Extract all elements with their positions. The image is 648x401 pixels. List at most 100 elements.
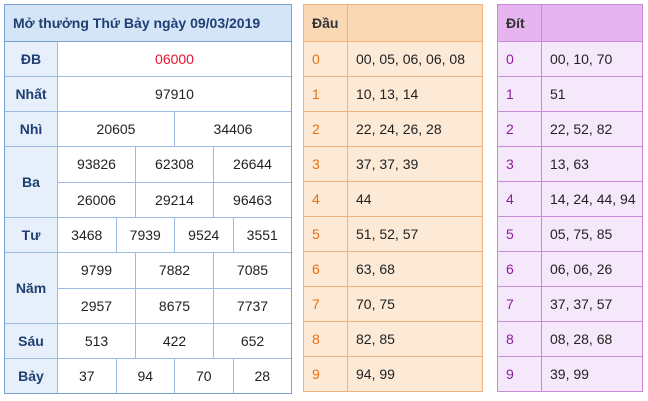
dit-rows: 0 00, 10, 70 1 51 2 22, 52, 82 3 13, 63 4 14, 24,…	[498, 42, 642, 391]
prize-numbers: 06000	[58, 42, 291, 76]
dit-row: 3 13, 63	[498, 146, 642, 181]
prize-number: 7882	[135, 253, 213, 288]
dit-row: 8 08, 28, 68	[498, 321, 642, 356]
prize-number: 70	[174, 359, 233, 393]
dit-digit: 5	[498, 217, 542, 251]
prize-numbers: 513 422 652	[58, 324, 291, 358]
dau-header: Đầu	[304, 5, 348, 41]
prize-label: Sáu	[5, 324, 58, 358]
prize-numbers: 37 94 70 28	[58, 359, 291, 393]
dau-row: 7 70, 75	[304, 286, 482, 321]
dit-digit: 0	[498, 42, 542, 76]
dau-table: Đầu 0 00, 05, 06, 06, 08 1 10, 13, 14 2 22, 2…	[303, 4, 483, 392]
dau-row: 9 94, 99	[304, 356, 482, 391]
dit-row: 5 05, 75, 85	[498, 216, 642, 251]
dau-digit: 4	[304, 182, 348, 216]
prize-label: Ba	[5, 147, 58, 217]
dit-digit: 1	[498, 77, 542, 111]
dit-values: 06, 06, 26	[550, 261, 613, 277]
dau-row: 6 63, 68	[304, 251, 482, 286]
dit-row: 9 39, 99	[498, 356, 642, 391]
dit-values: 22, 52, 82	[550, 121, 613, 137]
prize-number: 94	[115, 359, 175, 393]
prize-number: 96463	[213, 182, 291, 217]
dit-header: Đít	[498, 5, 542, 41]
dit-values: 37, 37, 57	[550, 296, 613, 312]
prize-number: 513	[84, 333, 109, 349]
dau-digit: 7	[304, 287, 348, 321]
dau-digit: 9	[304, 357, 348, 391]
prize-label: Nhất	[5, 77, 58, 111]
prize-numbers: 20605 34406	[58, 112, 291, 146]
prize-line: 2957 8675 7737	[58, 287, 291, 323]
prize-line: 37 94 70 28	[58, 359, 291, 393]
dau-digit: 3	[304, 147, 348, 181]
prize-line: 20605 34406	[58, 112, 291, 146]
prize-number: 422	[135, 324, 213, 358]
prize-line: 93826 62308 26644	[58, 147, 291, 182]
dau-digit: 2	[304, 112, 348, 146]
prize-number: 26644	[213, 147, 291, 182]
dau-values: 22, 24, 26, 28	[356, 121, 442, 137]
prize-label: ĐB	[5, 42, 58, 76]
dau-values: 94, 99	[356, 366, 395, 382]
prize-number: 37	[78, 368, 95, 384]
prize-numbers: 9799 7882 7085 2957 8675 7737	[58, 253, 291, 323]
prize-row: ĐB 06000	[5, 42, 291, 77]
prize-row: Bảy 37 94 70 28	[5, 359, 291, 393]
dau-row: 3 37, 37, 39	[304, 146, 482, 181]
prize-number: 2957	[80, 297, 113, 314]
dit-digit: 8	[498, 322, 542, 356]
dau-digit: 6	[304, 252, 348, 286]
prize-label: Năm	[5, 253, 58, 323]
prize-row: Nhất 97910	[5, 77, 291, 112]
dit-values: 00, 10, 70	[550, 51, 613, 67]
dit-header-blank	[542, 5, 642, 41]
dit-digit: 2	[498, 112, 542, 146]
prize-line: 26006 29214 96463	[58, 181, 291, 217]
prize-number: 26006	[77, 191, 116, 208]
dau-digit: 5	[304, 217, 348, 251]
prize-row: Năm 9799 7882 7085 2957 8675 7737	[5, 253, 291, 324]
prize-number: 7085	[213, 253, 291, 288]
prize-number: 93826	[77, 156, 116, 173]
dau-row: 8 82, 85	[304, 321, 482, 356]
dit-row: 7 37, 37, 57	[498, 286, 642, 321]
prize-label: Tư	[5, 218, 58, 252]
dau-row: 2 22, 24, 26, 28	[304, 111, 482, 146]
prize-number: 3468	[71, 227, 103, 243]
prize-number: 62308	[135, 147, 213, 182]
dit-digit: 9	[498, 357, 542, 391]
dit-row: 0 00, 10, 70	[498, 42, 642, 76]
prize-label: Bảy	[5, 359, 58, 393]
prize-number: 3551	[232, 218, 292, 252]
dau-values: 00, 05, 06, 06, 08	[356, 51, 465, 67]
dau-values: 51, 52, 57	[356, 226, 419, 242]
dit-values: 05, 75, 85	[550, 226, 613, 242]
prize-line: 06000	[58, 42, 291, 76]
dit-values: 51	[550, 86, 566, 102]
prize-numbers: 3468 7939 9524 3551	[58, 218, 291, 252]
prize-line: 97910	[58, 77, 291, 111]
dau-digit: 1	[304, 77, 348, 111]
prize-line: 3468 7939 9524 3551	[58, 218, 291, 252]
dau-digit: 8	[304, 322, 348, 356]
prize-line: 9799 7882 7085	[58, 253, 291, 288]
dit-digit: 4	[498, 182, 542, 216]
dau-values: 82, 85	[356, 331, 395, 347]
dau-row: 1 10, 13, 14	[304, 76, 482, 111]
dau-values: 63, 68	[356, 261, 395, 277]
dit-values: 13, 63	[550, 156, 589, 172]
dit-row: 2 22, 52, 82	[498, 111, 642, 146]
dit-digit: 6	[498, 252, 542, 286]
prize-number: 9799	[80, 262, 113, 279]
prize-row: Tư 3468 7939 9524 3551	[5, 218, 291, 253]
prize-row: Nhì 20605 34406	[5, 112, 291, 147]
prize-rows: ĐB 06000 Nhất 97910 Nhì 20605 34406 Ba 93826 6230…	[5, 42, 291, 393]
prize-numbers: 93826 62308 26644 26006 29214 96463	[58, 147, 291, 217]
prize-number: 97910	[155, 86, 194, 102]
dau-values: 44	[356, 191, 372, 207]
prize-label: Nhì	[5, 112, 58, 146]
prize-number: 20605	[96, 121, 136, 137]
dit-header-row: Đít	[498, 5, 642, 42]
